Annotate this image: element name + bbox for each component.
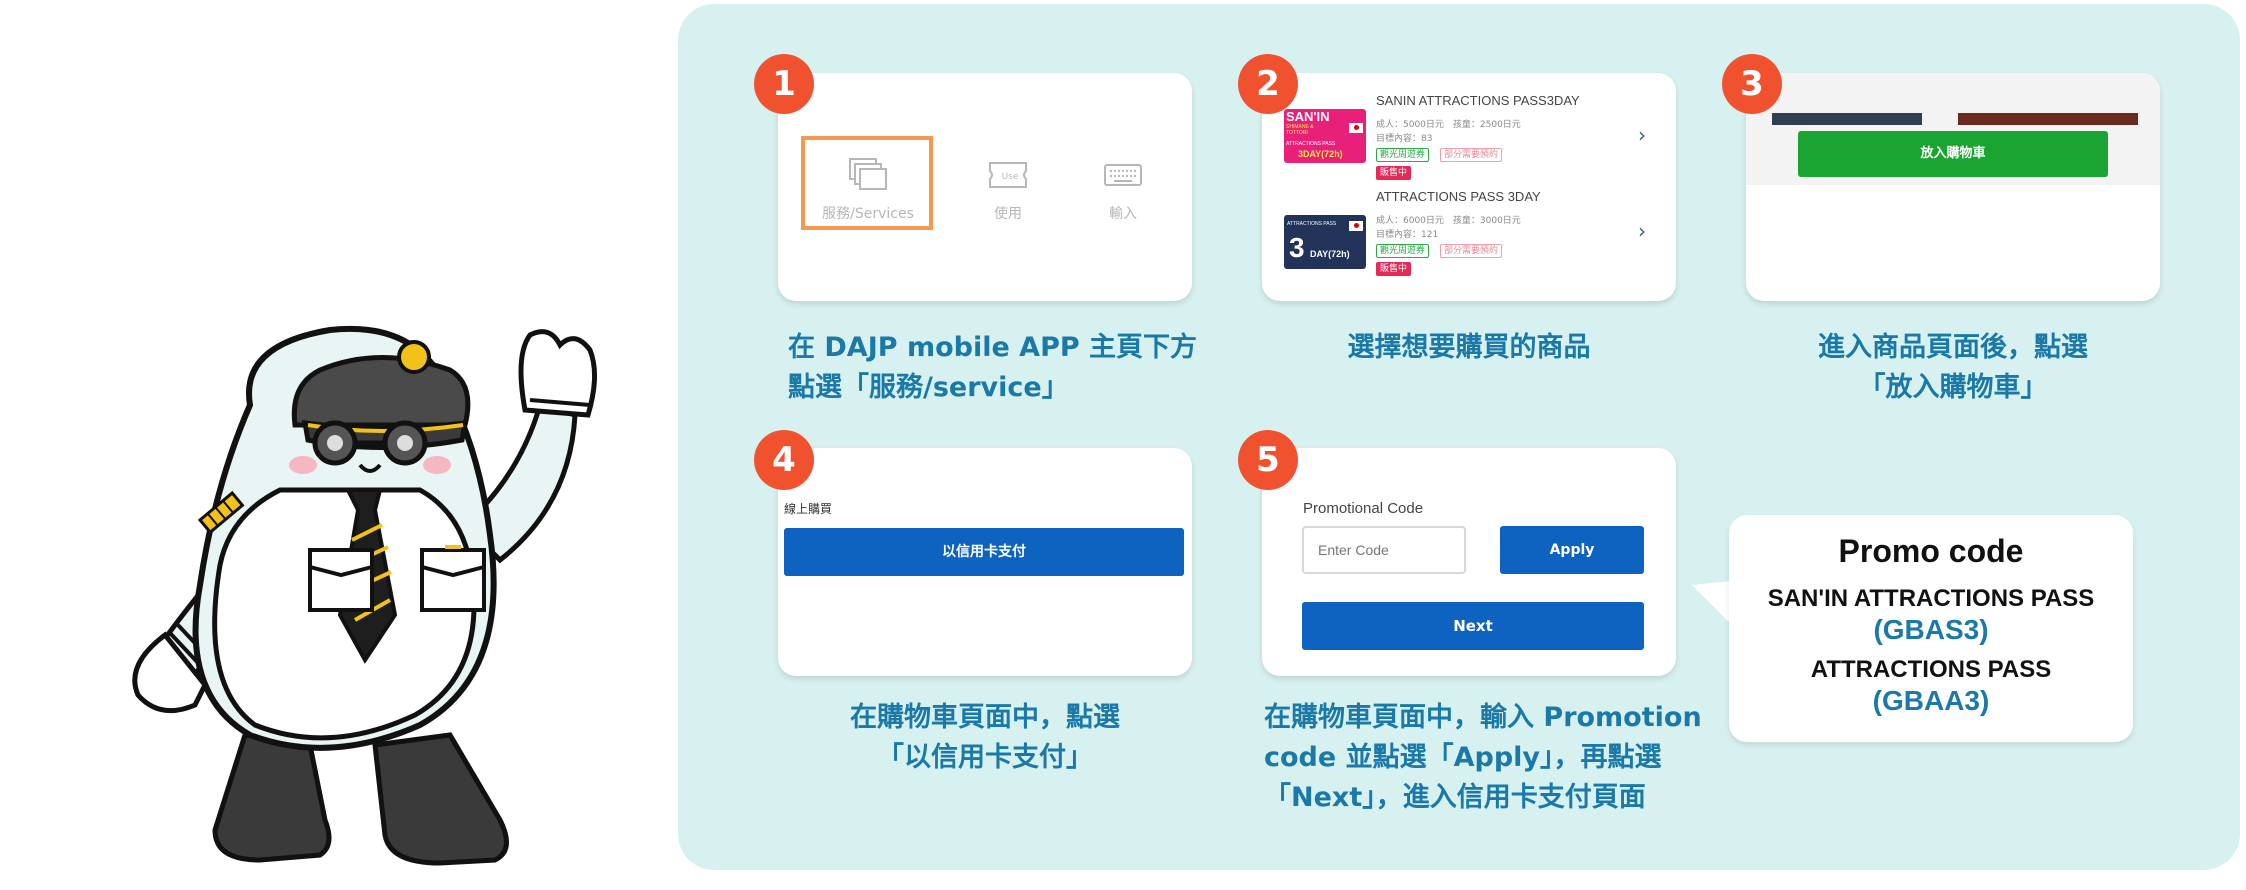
product-thumbnail: ATTRACTIONS PASS 3 DAY(72h) (1284, 215, 1366, 269)
promo-code-bubble: Promo code SAN'IN ATTRACTIONS PASS (GBAS… (1729, 515, 2133, 742)
step-number-badge: 3 (1722, 54, 1782, 114)
product-row[interactable]: SAN'IN SHIMANE & TOTTORI ATTRACTIONS PAS… (1262, 83, 1676, 183)
step1-app-screenshot: 服務/Services Use 使用 輸入 (778, 73, 1192, 301)
product-count: 目標內容：83 (1376, 134, 1433, 144)
page: 1 服務/Services Use 使用 輸入 在 DAJP mobile AP… (0, 0, 2246, 890)
step4-caption: 在購物車頁面中，點選 「以信用卡支付」 (850, 702, 1120, 773)
step-number-badge: 1 (754, 54, 814, 114)
add-to-cart-button[interactable]: 放入購物車 (1798, 131, 2108, 177)
step4-cart-page: 線上購買 以信用卡支付 (778, 448, 1192, 676)
tag-on-sale: 販售中 (1376, 166, 1412, 180)
product-row[interactable]: ATTRACTIONS PASS 3 DAY(72h) ATTRACTIONS … (1262, 189, 1676, 289)
tag-reservation: 部分需要預約 (1440, 244, 1503, 258)
tag-sightseeing: 觀光周遊券 (1376, 244, 1430, 258)
nav-item-label: 輸入 (1109, 206, 1137, 222)
product-count: 目標內容：121 (1376, 230, 1439, 240)
online-purchase-label: 線上購買 (784, 502, 833, 516)
flag-icon (1349, 221, 1363, 231)
promo-pass-name: ATTRACTIONS PASS (1810, 656, 2052, 683)
chevron-right-icon: › (1638, 123, 1646, 147)
thumbnail-days: 3DAY(72h) (1298, 149, 1343, 159)
nav-item-label: 使用 (994, 206, 1022, 222)
nav-item-services[interactable]: 服務/Services (802, 157, 934, 223)
ticket-use-icon: Use (989, 162, 1027, 188)
step2-product-list: SAN'IN SHIMANE & TOTTORI ATTRACTIONS PAS… (1262, 73, 1676, 301)
product-title: ATTRACTIONS PASS 3DAY (1376, 189, 1541, 204)
product-title: SANIN ATTRACTIONS PASS3DAY (1376, 93, 1580, 108)
step-number-badge: 4 (754, 430, 814, 490)
nav-item-label: 服務/Services (822, 206, 914, 222)
product-price: 成人：5000日元 孩童：2500日元 (1376, 120, 1521, 130)
step3-caption: 進入商品頁面後，點選 「放入購物車」 (1818, 332, 2088, 403)
thumbnail-label: ATTRACTIONS PASS (1286, 141, 1336, 147)
step5-caption: 在購物車頁面中，輸入 Promotion code 並點選「Apply」，再點選… (1264, 702, 1702, 813)
tag-reservation: 部分需要預約 (1440, 148, 1503, 162)
promo-code-value: (GBAA3) (1872, 685, 1990, 716)
flag-icon (1349, 123, 1363, 133)
pay-by-credit-card-button[interactable]: 以信用卡支付 (784, 528, 1184, 576)
promotional-code-label: Promotional Code (1303, 500, 1424, 517)
thumbnail-label: ATTRACTIONS PASS (1287, 221, 1337, 227)
chevron-right-icon: › (1638, 219, 1646, 243)
product-thumbnail: SAN'IN SHIMANE & TOTTORI ATTRACTIONS PAS… (1284, 109, 1366, 163)
product-price: 成人：6000日元 孩童：3000日元 (1376, 216, 1521, 226)
product-image-strip (1958, 113, 2138, 125)
step-number-badge: 5 (1238, 430, 1298, 490)
use-icon-text: Use (1002, 172, 1019, 182)
step-number-badge: 2 (1238, 54, 1298, 114)
step1-caption: 在 DAJP mobile APP 主頁下方 點選「服務/service」 (788, 332, 1198, 403)
nav-item-input[interactable]: 輸入 (1073, 157, 1173, 223)
keyboard-icon (1104, 164, 1142, 186)
pilot-mascot-illustration (132, 325, 598, 866)
services-icon (849, 158, 887, 190)
next-button[interactable]: Next (1302, 602, 1644, 650)
thumbnail-number: 3 (1289, 232, 1305, 263)
step2-caption: 選擇想要購買的商品 (1347, 332, 1591, 363)
thumbnail-days: DAY(72h) (1310, 249, 1350, 259)
tag-on-sale: 販售中 (1376, 262, 1412, 276)
product-image-strip (1772, 113, 1922, 125)
promo-title: Promo code (1838, 533, 2024, 569)
nav-item-use[interactable]: Use 使用 (958, 157, 1058, 223)
apply-button[interactable]: Apply (1500, 526, 1644, 574)
step3-product-page: 放入購物車 (1746, 73, 2160, 301)
thumbnail-subtitle: SHIMANE & TOTTORI (1286, 124, 1314, 136)
tag-sightseeing: 觀光周遊券 (1376, 148, 1430, 162)
promo-pass-name: SAN'IN ATTRACTIONS PASS (1767, 585, 2095, 612)
promo-code-value: (GBAS3) (1873, 614, 1989, 645)
promo-code-input[interactable] (1302, 526, 1466, 574)
thumbnail-title: SAN'IN (1286, 109, 1330, 124)
step5-promo-form: Promotional Code Apply Next (1262, 448, 1676, 676)
